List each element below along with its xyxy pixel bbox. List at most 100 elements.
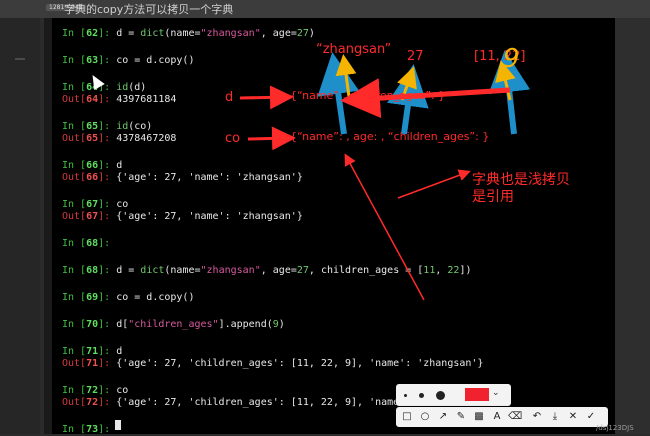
prompt-suffix: ]: [98,160,117,171]
code-token: , age= [260,265,297,276]
prompt-number: 68 [86,265,99,276]
code-token: "zhangsan" [200,265,261,276]
prompt-suffix: ]: [98,319,117,330]
prompt-suffix: ]: [98,238,117,249]
page-caption: 字典的copy方法可以拷贝一个字典 [64,3,234,16]
code-token: (name= [164,28,201,39]
input-cell[interactable]: In [72]: co [62,385,128,397]
input-cell[interactable]: In [66]: d [62,160,122,172]
input-cell[interactable]: In [73]: [62,424,116,436]
pen-size-medium[interactable] [419,393,424,398]
prompt-suffix: ]: [98,172,117,183]
prompt-suffix: ]: [98,265,117,276]
code-token: 27 [296,265,309,276]
prompt-suffix: ]: [98,121,117,132]
code-token: 11 [423,265,436,276]
pen-size-small[interactable] [404,394,407,397]
prompt-number: 66 [86,172,99,183]
prompt-suffix: ]: [98,397,117,408]
code-token: 4397681184 [116,94,177,105]
input-cell[interactable]: In [62]: d = dict(name="zhangsan", age=2… [62,28,315,40]
output-cell: Out[65]: 4378467208 [62,133,176,145]
prompt-label: In [ [62,385,87,396]
prompt-number: 73 [86,424,99,435]
code-token: (co) [128,121,153,132]
close-icon[interactable]: ✕ [566,407,580,427]
prompt-label: Out[ [62,397,87,408]
prompt-number: 71 [86,358,99,369]
text-tool-icon[interactable]: A [490,407,504,427]
watermark: /dsj123DJS [596,424,634,432]
prompt-label: In [ [62,55,87,66]
code-token: dict [140,28,165,39]
code-token: 27 [296,28,309,39]
prompt-label: Out[ [62,211,87,222]
annotation-value-nine: 9 [503,44,520,74]
chevron-down-icon[interactable]: ⌄ [492,388,500,398]
prompt-label: Out[ [62,133,87,144]
annotation-note: 字典也是浅拷贝 是引用 [472,172,570,206]
prompt-suffix: ]: [98,346,117,357]
text-cursor [115,420,121,430]
prompt-number: 67 [86,211,99,222]
prompt-label: In [ [62,28,87,39]
annotation-note-line2: 是引用 [472,189,514,205]
prompt-label: In [ [62,265,87,276]
input-cell[interactable]: In [68]: [62,238,116,250]
prompt-number: 65 [86,121,99,132]
annotation-dict-co: {“name”: , age: , “children_ages”: } [290,130,490,143]
input-cell[interactable]: In [63]: co = d.copy() [62,55,194,67]
prompt-suffix: ]: [98,133,117,144]
arrow-tool-icon[interactable]: ↗ [436,407,450,427]
prompt-label: Out[ [62,358,87,369]
input-cell[interactable]: In [67]: co [62,199,128,211]
prompt-suffix: ]: [98,211,117,222]
input-cell[interactable]: In [69]: co = d.copy() [62,292,194,304]
input-cell[interactable]: In [70]: d["children_ages"].append(9) [62,319,285,331]
prompt-suffix: ]: [98,292,117,303]
mosaic-tool-icon[interactable]: ▩ [472,407,486,427]
code-token: {'age': 27, 'name': 'zhangsan'} [116,211,303,222]
prompt-number: 64 [86,94,99,105]
rectangle-tool-icon[interactable]: □ [400,407,414,427]
output-cell: Out[66]: {'age': 27, 'name': 'zhangsan'} [62,172,303,184]
input-cell[interactable]: In [71]: d [62,346,122,358]
code-token: ) [278,319,285,330]
prompt-suffix: ]: [98,55,117,66]
prompt-number: 62 [86,28,99,39]
undo-icon[interactable]: ↶ [530,407,544,427]
code-token: , [435,265,448,276]
terminal-window[interactable]: In [62]: d = dict(name="zhangsan", age=2… [44,18,615,436]
code-token: 4378467208 [116,133,177,144]
annotation-label-co: co [225,131,241,146]
pen-tool-icon[interactable]: ✎ [454,407,468,427]
annotation-note-line1: 字典也是浅拷贝 [472,172,570,188]
code-token: co [116,385,129,396]
prompt-label: Out[ [62,172,87,183]
eraser-tool-icon[interactable]: ⌫ [508,407,522,427]
prompt-label: In [ [62,319,87,330]
pen-size-large[interactable] [436,391,445,400]
code-token: id [116,121,129,132]
code-token: d [116,160,123,171]
code-token: (name= [164,265,201,276]
output-cell: Out[67]: {'age': 27, 'name': 'zhangsan'} [62,211,303,223]
prompt-label: In [ [62,238,87,249]
code-token: co = d.copy() [116,292,195,303]
prompt-number: 67 [86,199,99,210]
code-token: co = d.copy() [116,55,195,66]
pen-color-swatch[interactable] [465,388,489,401]
code-token: d [116,346,123,357]
prompt-suffix: ]: [98,199,117,210]
code-token: dict [140,265,165,276]
download-icon[interactable]: ⤓ [548,407,562,427]
prompt-number: 72 [86,385,99,396]
top-bar: 1281 * 941 字典的copy方法可以拷贝一个字典 [0,0,650,18]
code-token: ].append( [218,319,273,330]
input-cell[interactable]: In [65]: id(co) [62,121,152,133]
code-token: id [116,82,129,93]
ellipse-tool-icon[interactable]: ○ [418,407,432,427]
prompt-suffix: ]: [98,28,117,39]
input-cell[interactable]: In [68]: d = dict(name="zhangsan", age=2… [62,265,471,277]
code-token: {'age': 27, 'children_ages': [11, 22, 9]… [116,358,484,369]
